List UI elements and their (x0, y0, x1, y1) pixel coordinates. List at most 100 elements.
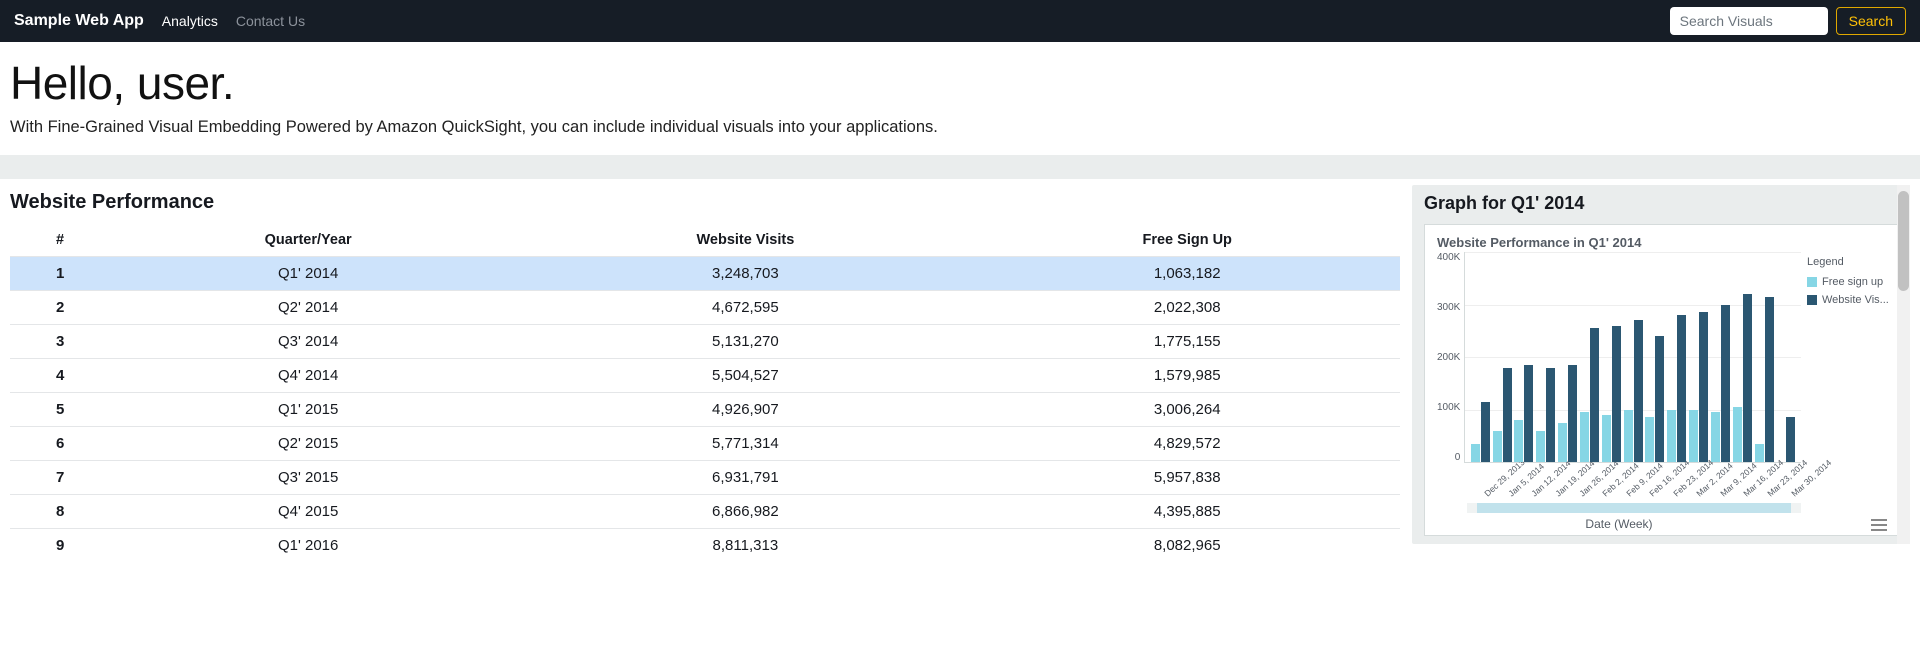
cell-index: 6 (10, 427, 100, 461)
bar-website-visits (1677, 315, 1686, 462)
bar-free-sign-up (1711, 412, 1720, 462)
cell-visits: 4,926,907 (516, 393, 974, 427)
x-axis-title: Date (Week) (1437, 517, 1801, 531)
table-row[interactable]: 7Q3' 20156,931,7915,957,838 (10, 461, 1400, 495)
legend-label: Free sign up (1822, 276, 1883, 288)
table-row[interactable]: 6Q2' 20155,771,3144,829,572 (10, 427, 1400, 461)
bar-group[interactable] (1624, 252, 1643, 462)
cell-quarter: Q3' 2015 (100, 461, 516, 495)
bar-group[interactable] (1689, 252, 1708, 462)
col-header-visits[interactable]: Website Visits (516, 224, 974, 257)
navbar-brand[interactable]: Sample Web App (14, 12, 144, 30)
cell-visits: 5,504,527 (516, 359, 974, 393)
bar-website-visits (1655, 336, 1664, 462)
table-row[interactable]: 3Q3' 20145,131,2701,775,155 (10, 325, 1400, 359)
table-row[interactable]: 1Q1' 20143,248,7031,063,182 (10, 257, 1400, 291)
chart-legend: Legend Free sign up Website Vis... (1807, 252, 1893, 531)
nav-link-contact[interactable]: Contact Us (236, 13, 305, 29)
cell-index: 4 (10, 359, 100, 393)
cell-signup: 4,829,572 (974, 427, 1400, 461)
cell-index: 5 (10, 393, 100, 427)
legend-label: Website Vis... (1822, 294, 1889, 306)
cell-quarter: Q4' 2015 (100, 495, 516, 529)
chart-title: Website Performance in Q1' 2014 (1437, 235, 1893, 250)
table-row[interactable]: 9Q1' 20168,811,3138,082,965 (10, 529, 1400, 563)
cell-visits: 3,248,703 (516, 257, 974, 291)
bar-group[interactable] (1602, 252, 1621, 462)
bar-group[interactable] (1755, 252, 1774, 462)
cell-visits: 6,931,791 (516, 461, 974, 495)
cell-quarter: Q1' 2014 (100, 257, 516, 291)
section-divider (0, 155, 1920, 179)
bar-group[interactable] (1711, 252, 1730, 462)
cell-visits: 4,672,595 (516, 291, 974, 325)
legend-item-free-sign-up[interactable]: Free sign up (1807, 276, 1893, 288)
chart-horizontal-scrollbar[interactable] (1467, 503, 1801, 513)
cell-visits: 8,811,313 (516, 529, 974, 563)
bar-group[interactable] (1580, 252, 1599, 462)
legend-item-website-visits[interactable]: Website Vis... (1807, 294, 1893, 306)
table-row[interactable]: 8Q4' 20156,866,9824,395,885 (10, 495, 1400, 529)
y-tick-label: 400K (1437, 252, 1460, 263)
bar-website-visits (1786, 417, 1795, 462)
bar-group[interactable] (1471, 252, 1490, 462)
cell-index: 7 (10, 461, 100, 495)
cell-index: 3 (10, 325, 100, 359)
cell-quarter: Q1' 2016 (100, 529, 516, 563)
legend-title: Legend (1807, 256, 1893, 268)
cell-index: 2 (10, 291, 100, 325)
bar-free-sign-up (1471, 444, 1480, 462)
table-row[interactable]: 5Q1' 20154,926,9073,006,264 (10, 393, 1400, 427)
cell-signup: 1,063,182 (974, 257, 1400, 291)
cell-index: 8 (10, 495, 100, 529)
y-tick-label: 300K (1437, 302, 1460, 313)
bar-website-visits (1699, 312, 1708, 462)
bar-website-visits (1743, 294, 1752, 462)
page-header: Hello, user. With Fine-Grained Visual Em… (0, 42, 1920, 155)
legend-swatch-icon (1807, 295, 1817, 305)
cell-signup: 1,775,155 (974, 325, 1400, 359)
bar-website-visits (1524, 365, 1533, 462)
table-row[interactable]: 4Q4' 20145,504,5271,579,985 (10, 359, 1400, 393)
cell-index: 1 (10, 257, 100, 291)
col-header-index[interactable]: # (10, 224, 100, 257)
bar-group[interactable] (1667, 252, 1686, 462)
page-subtitle: With Fine-Grained Visual Embedding Power… (10, 118, 1910, 137)
cell-signup: 5,957,838 (974, 461, 1400, 495)
bar-group[interactable] (1493, 252, 1512, 462)
bar-website-visits (1612, 326, 1621, 463)
bar-free-sign-up (1733, 407, 1742, 462)
bar-group[interactable] (1514, 252, 1533, 462)
panel-vertical-scrollbar[interactable] (1897, 185, 1910, 544)
y-axis: 400K300K200K100K0 (1437, 252, 1464, 463)
bar-free-sign-up (1514, 420, 1523, 462)
cell-quarter: Q3' 2014 (100, 325, 516, 359)
bar-group[interactable] (1536, 252, 1555, 462)
nav-link-analytics[interactable]: Analytics (162, 13, 218, 29)
bar-website-visits (1721, 305, 1730, 463)
bar-group[interactable] (1645, 252, 1664, 462)
cell-quarter: Q1' 2015 (100, 393, 516, 427)
legend-swatch-icon (1807, 277, 1817, 287)
search-button[interactable]: Search (1836, 7, 1906, 35)
bar-free-sign-up (1493, 431, 1502, 463)
table-row[interactable]: 2Q2' 20144,672,5952,022,308 (10, 291, 1400, 325)
bar-free-sign-up (1755, 444, 1764, 462)
graph-heading: Graph for Q1' 2014 (1424, 193, 1906, 214)
col-header-quarter[interactable]: Quarter/Year (100, 224, 516, 257)
bar-website-visits (1568, 365, 1577, 462)
performance-table: # Quarter/Year Website Visits Free Sign … (10, 224, 1400, 562)
bar-group[interactable] (1733, 252, 1752, 462)
bar-group[interactable] (1776, 252, 1795, 462)
bar-group[interactable] (1558, 252, 1577, 462)
cell-signup: 8,082,965 (974, 529, 1400, 563)
chart-menu-icon[interactable] (1871, 519, 1887, 531)
bar-free-sign-up (1558, 423, 1567, 462)
bar-website-visits (1503, 368, 1512, 463)
y-tick-label: 0 (1455, 452, 1461, 463)
bar-free-sign-up (1667, 410, 1676, 463)
search-input[interactable] (1670, 7, 1828, 35)
col-header-signup[interactable]: Free Sign Up (974, 224, 1400, 257)
cell-signup: 1,579,985 (974, 359, 1400, 393)
graph-panel: Graph for Q1' 2014 Website Performance i… (1412, 185, 1910, 544)
